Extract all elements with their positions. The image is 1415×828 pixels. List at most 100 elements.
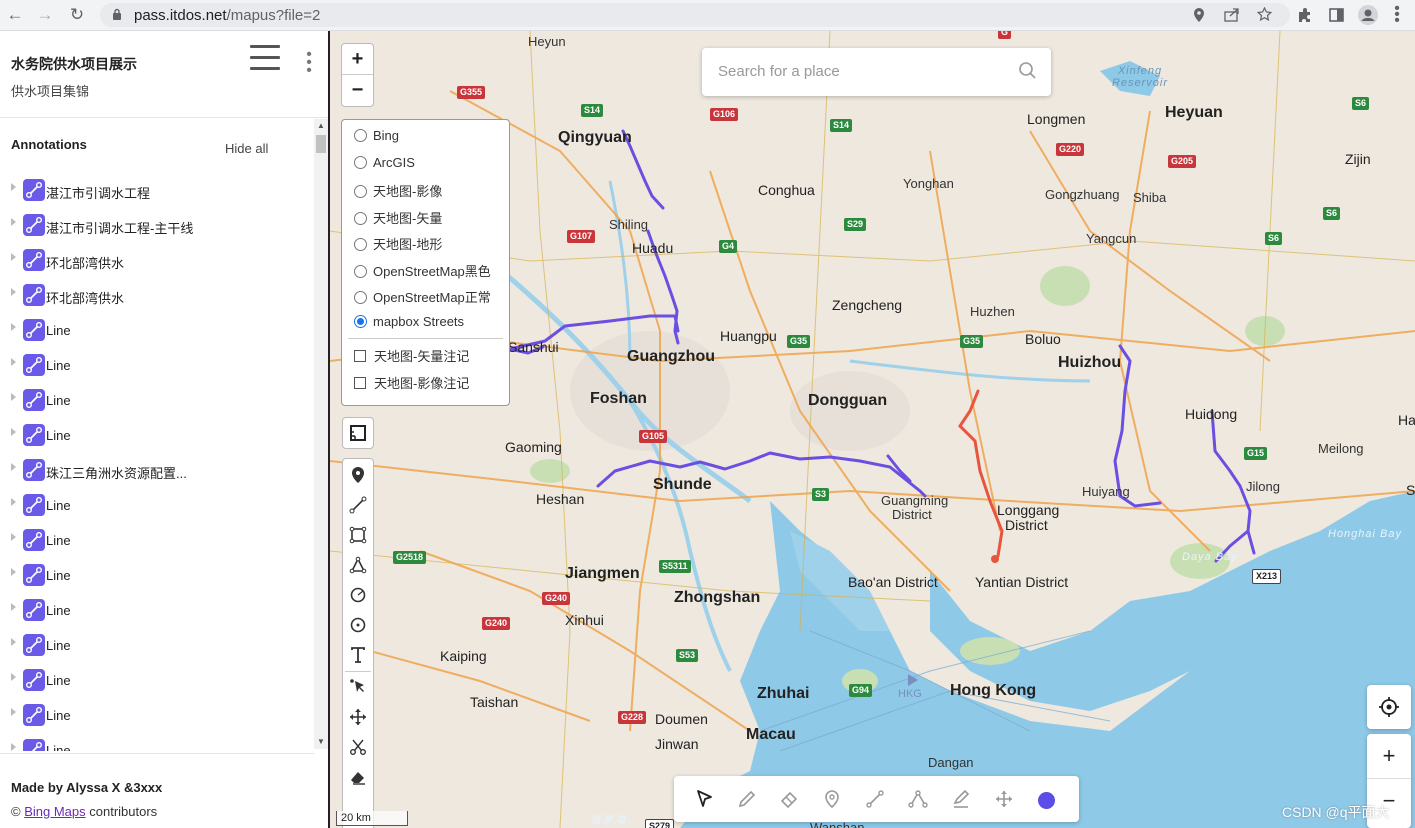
annotation-item[interactable]: 环北部湾供水 xyxy=(0,241,314,276)
expand-arrow-icon[interactable] xyxy=(11,253,16,261)
expand-arrow-icon[interactable] xyxy=(11,498,16,506)
zoom-out-button[interactable]: − xyxy=(342,75,373,105)
profile-icon[interactable] xyxy=(1357,4,1379,26)
radio-button[interactable] xyxy=(354,185,367,198)
expand-arrow-icon[interactable] xyxy=(11,603,16,611)
polygon-tool[interactable] xyxy=(346,553,370,577)
basemap-option[interactable]: ArcGIS xyxy=(354,155,415,170)
expand-arrow-icon[interactable] xyxy=(11,463,16,471)
annotation-item[interactable]: Line xyxy=(0,346,314,381)
cut-tool[interactable] xyxy=(346,735,370,759)
lock-icon xyxy=(113,8,121,20)
annotation-item[interactable]: Line xyxy=(0,626,314,661)
reload-icon[interactable]: ↻ xyxy=(66,4,88,26)
expand-arrow-icon[interactable] xyxy=(11,533,16,541)
line-tool[interactable] xyxy=(863,787,887,811)
basemap-option[interactable]: OpenStreetMap黑色 xyxy=(354,261,491,280)
expand-arrow-icon[interactable] xyxy=(11,218,16,226)
eraser-tool[interactable] xyxy=(777,787,801,811)
annotation-item[interactable]: Line xyxy=(0,416,314,451)
polyline-tool[interactable] xyxy=(346,493,370,517)
expand-arrow-icon[interactable] xyxy=(11,568,16,576)
expand-arrow-icon[interactable] xyxy=(11,638,16,646)
search-icon[interactable] xyxy=(1018,61,1038,81)
color-picker[interactable] xyxy=(1038,792,1055,809)
back-icon[interactable]: ← xyxy=(4,4,26,26)
annotation-item[interactable]: 湛江市引调水工程 xyxy=(0,171,314,206)
highlighter-tool[interactable] xyxy=(949,787,973,811)
expand-arrow-icon[interactable] xyxy=(11,673,16,681)
address-bar[interactable]: pass.itdos.net/mapus?file=2 xyxy=(100,3,1290,27)
move-tool[interactable] xyxy=(346,705,370,729)
annotation-item[interactable]: Line xyxy=(0,486,314,521)
marker-tool[interactable] xyxy=(820,787,844,811)
overlay-option[interactable]: 天地图-影像注记 xyxy=(354,373,469,392)
annotation-item[interactable]: 环北部湾供水 xyxy=(0,276,314,311)
browser-menu-icon[interactable]: • • • xyxy=(1386,1,1408,29)
expand-arrow-icon[interactable] xyxy=(11,358,16,366)
annotation-item[interactable]: Line xyxy=(0,591,314,626)
radio-button[interactable] xyxy=(354,314,367,328)
expand-arrow-icon[interactable] xyxy=(11,183,16,191)
more-options-icon[interactable]: • • • xyxy=(300,47,318,79)
annotation-item[interactable]: Line xyxy=(0,521,314,556)
basemap-option[interactable]: Bing xyxy=(354,128,399,143)
rectangle-tool[interactable] xyxy=(346,523,370,547)
circle-marker-tool[interactable] xyxy=(346,613,370,637)
annotation-item[interactable]: 湛江市引调水工程-主干线 xyxy=(0,206,314,241)
basemap-option[interactable]: OpenStreetMap正常 xyxy=(354,287,491,306)
basemap-option[interactable]: 天地图-矢量 xyxy=(354,208,442,227)
location-icon[interactable] xyxy=(1193,7,1205,23)
expand-arrow-icon[interactable] xyxy=(11,393,16,401)
radio-button[interactable] xyxy=(354,291,367,304)
forward-icon[interactable]: → xyxy=(34,4,56,26)
annotation-item[interactable]: Line xyxy=(0,556,314,591)
expand-arrow-icon[interactable] xyxy=(11,428,16,436)
annotation-item[interactable]: 珠江三角洲水资源配置... xyxy=(0,451,314,486)
hide-all-button[interactable]: Hide all xyxy=(225,141,268,156)
marker-tool[interactable] xyxy=(346,463,370,487)
side-panel-icon[interactable] xyxy=(1325,4,1347,26)
annotation-item[interactable]: Line xyxy=(0,696,314,731)
sidebar-scrollbar[interactable]: ▲ ▼ xyxy=(314,119,328,749)
radio-button[interactable] xyxy=(354,238,367,251)
text-tool[interactable] xyxy=(346,643,370,667)
pan-tool[interactable] xyxy=(992,787,1016,811)
search-input[interactable] xyxy=(716,62,1010,81)
basemap-option[interactable]: 天地图-影像 xyxy=(354,181,442,200)
share-icon[interactable] xyxy=(1224,7,1240,22)
radio-button[interactable] xyxy=(354,264,367,278)
checkbox[interactable] xyxy=(354,377,366,389)
radio-button[interactable] xyxy=(354,129,367,142)
circle-tool[interactable] xyxy=(346,583,370,607)
measure-button[interactable] xyxy=(342,417,374,449)
basemap-option[interactable]: 天地图-地形 xyxy=(354,234,442,253)
area-tool[interactable] xyxy=(906,787,930,811)
annotation-item[interactable]: Line xyxy=(0,661,314,696)
basemap-option[interactable]: mapbox Streets xyxy=(354,314,464,329)
annotation-item[interactable]: Line xyxy=(0,731,314,751)
expand-arrow-icon[interactable] xyxy=(11,743,16,751)
radio-button[interactable] xyxy=(354,211,367,225)
extensions-icon[interactable] xyxy=(1294,4,1316,26)
radio-button[interactable] xyxy=(354,155,367,169)
map-canvas[interactable]: Heyun Qingyuan Shiling Huadu Conghua Yon… xyxy=(330,31,1415,828)
star-icon[interactable] xyxy=(1257,7,1272,22)
expand-arrow-icon[interactable] xyxy=(11,323,16,331)
edit-layers-tool[interactable] xyxy=(346,675,370,699)
zoom-in-button[interactable]: + xyxy=(1367,734,1411,778)
polyline-icon xyxy=(23,739,45,751)
checkbox[interactable] xyxy=(354,350,366,362)
overlay-option[interactable]: 天地图-矢量注记 xyxy=(354,346,469,365)
annotation-item[interactable]: Line xyxy=(0,381,314,416)
hamburger-menu-icon[interactable] xyxy=(250,45,280,71)
expand-arrow-icon[interactable] xyxy=(11,708,16,716)
pencil-tool[interactable] xyxy=(735,787,759,811)
expand-arrow-icon[interactable] xyxy=(11,288,16,296)
zoom-in-button[interactable]: + xyxy=(342,44,373,75)
select-tool[interactable] xyxy=(693,787,717,811)
bing-maps-link[interactable]: Bing Maps xyxy=(24,804,85,819)
eraser-tool[interactable] xyxy=(346,765,370,789)
annotation-item[interactable]: Line xyxy=(0,311,314,346)
locate-button[interactable] xyxy=(1367,685,1411,729)
